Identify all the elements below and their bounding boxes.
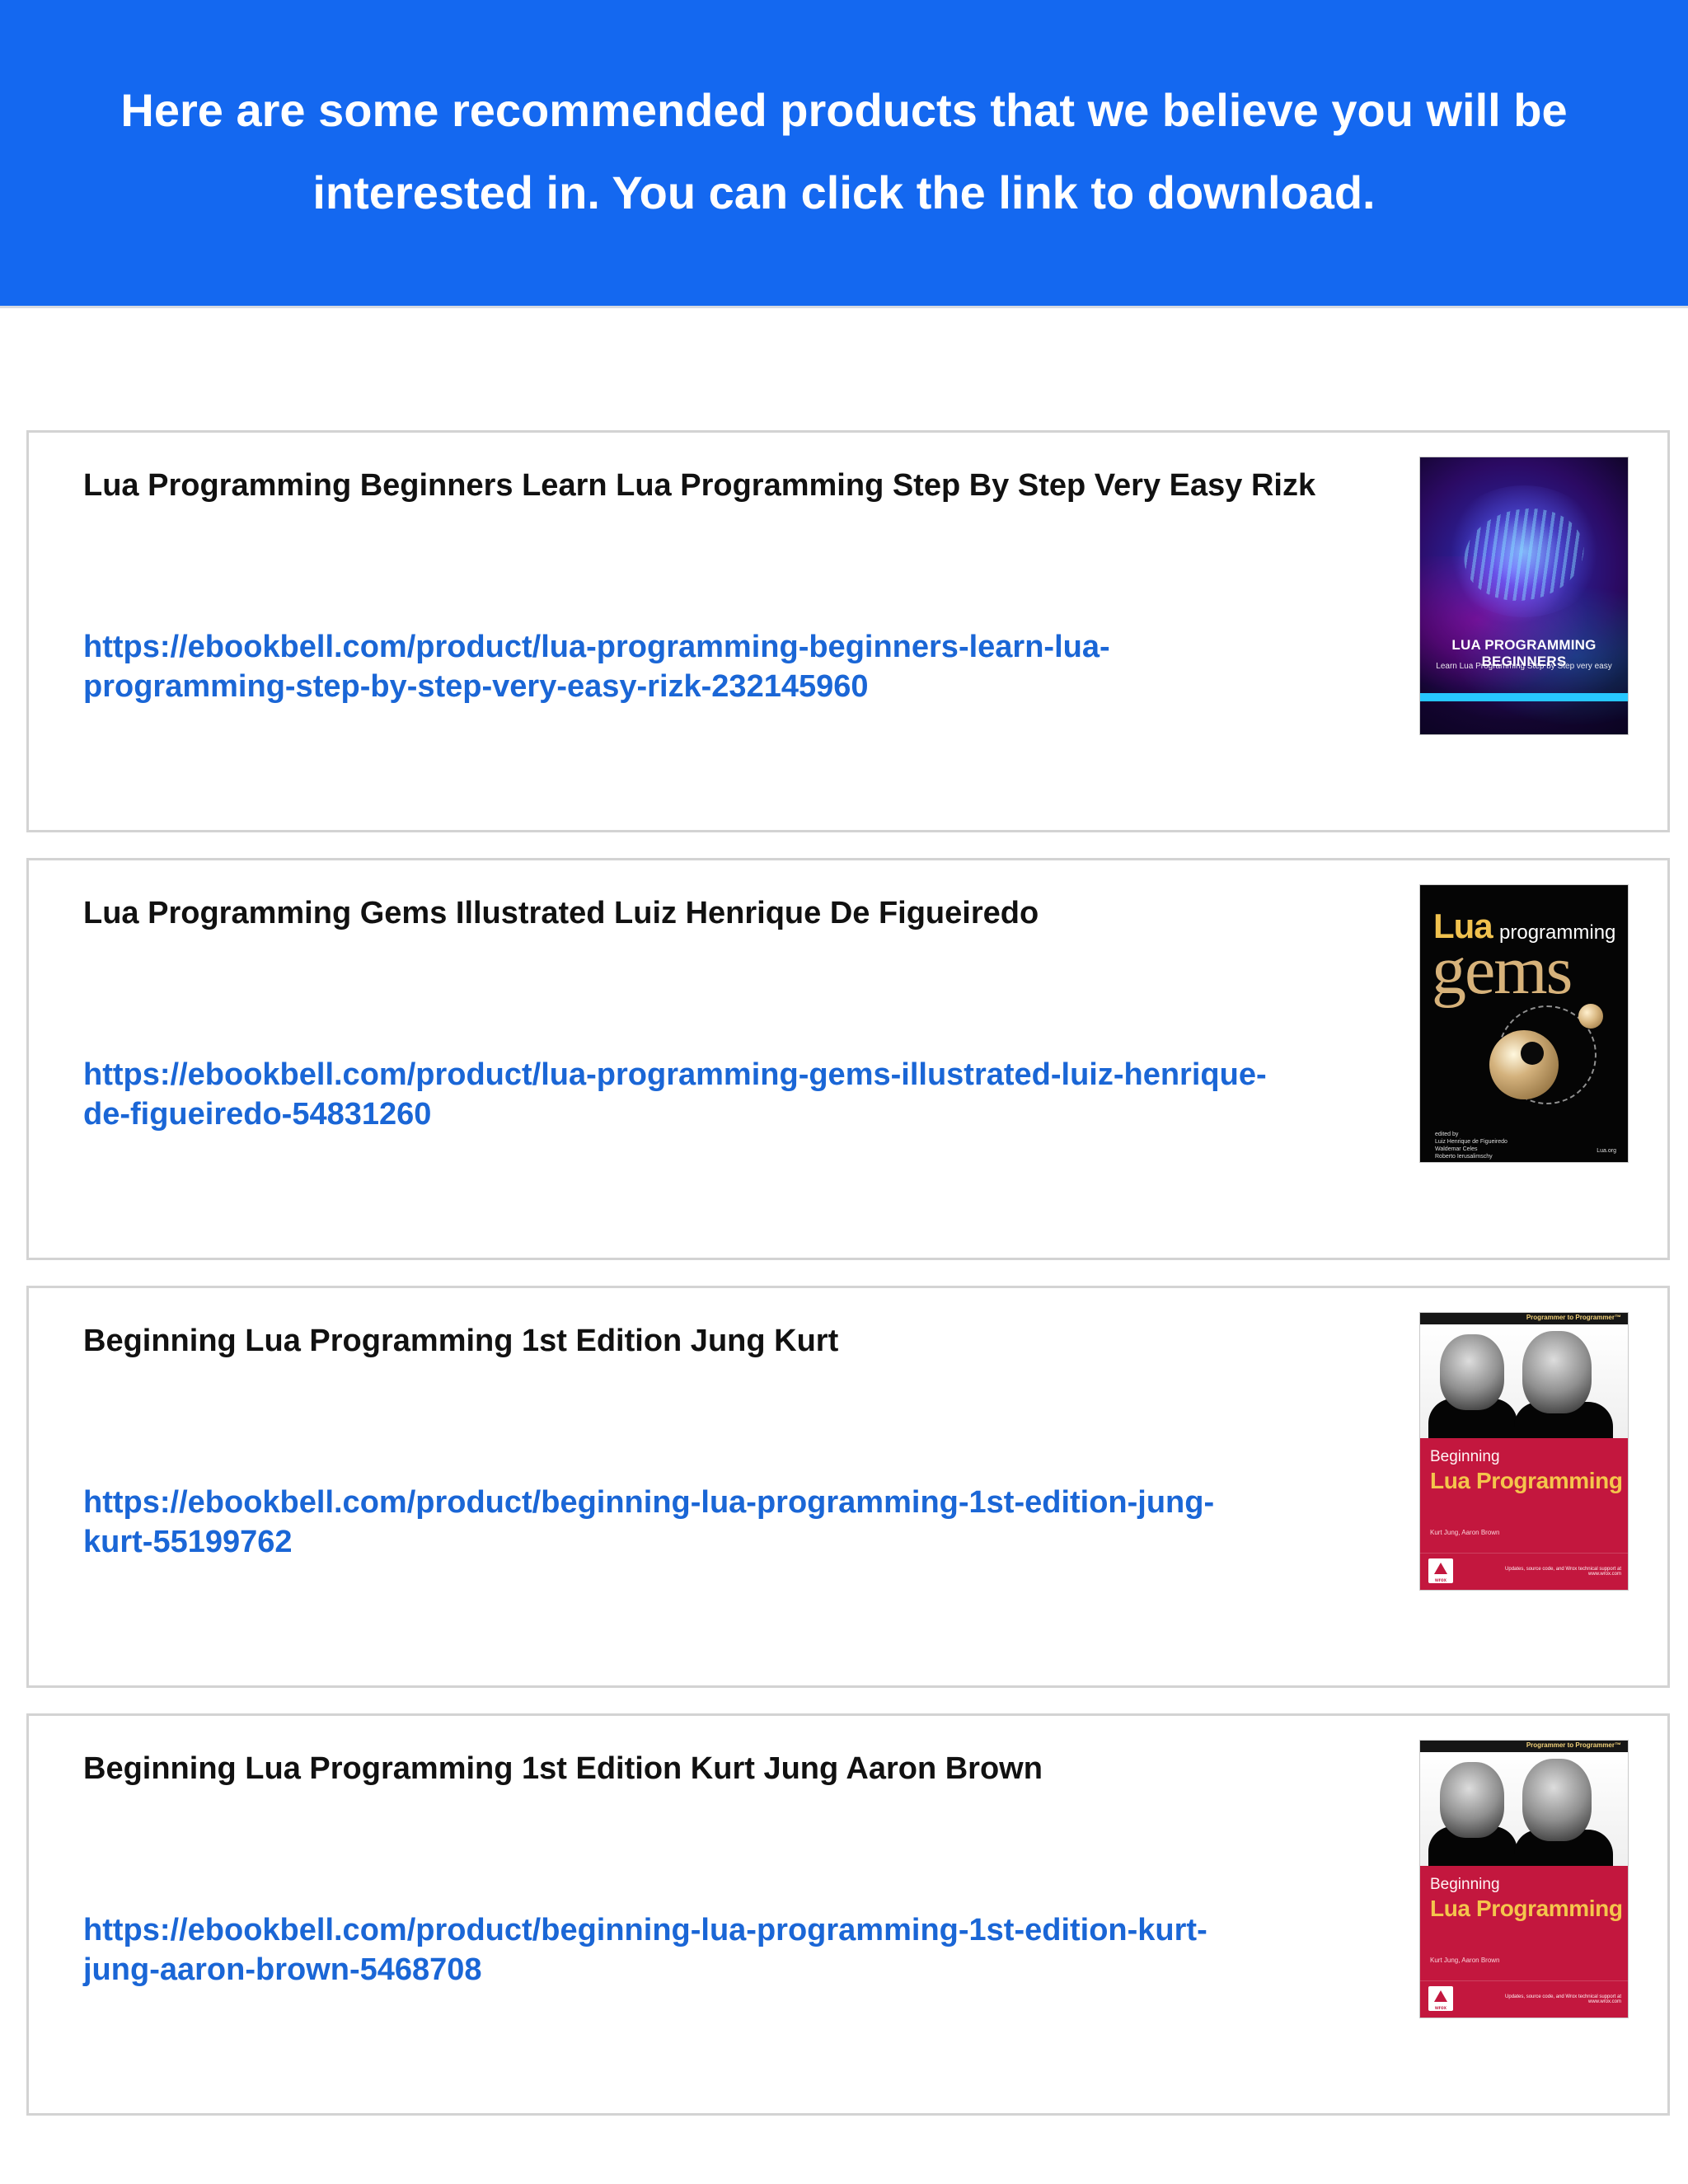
cover-subtitle: Learn Lua Programming Step by Step very … [1436,662,1612,671]
product-card-4: Beginning Lua Programming 1st Edition Ku… [26,1713,1670,2116]
cover-lua-programming-label: Lua Programming [1430,1468,1623,1493]
cover-footer-text: Updates, source code, and Wrox technical… [1505,1994,1621,2004]
cover-series-label: Programmer to Programmer™ [1526,1314,1621,1321]
cover-credits: edited by Luiz Henrique de Figueiredo Wa… [1435,1132,1507,1160]
book-cover-beginning-lua-programming[interactable]: Programmer to Programmer™ Beginning Lua … [1420,1741,1628,2018]
product-download-link[interactable]: https://ebookbell.com/product/lua-progra… [83,627,1270,706]
recommendation-banner: Here are some recommended products that … [0,0,1688,308]
product-title: Beginning Lua Programming 1st Edition Ju… [83,1324,839,1358]
product-title: Lua Programming Gems Illustrated Luiz He… [83,896,1039,930]
cover-lua-programming-label: Lua Programming [1430,1896,1623,1921]
cover-author-right-face [1522,1331,1592,1413]
product-title: Lua Programming Beginners Learn Lua Prog… [83,468,1316,503]
cover-orb-hole-icon [1521,1042,1544,1065]
cover-author-right-face [1522,1759,1592,1841]
banner-line-1: Here are some recommended products that … [120,83,1568,136]
cover-series-label: Programmer to Programmer™ [1526,1741,1621,1749]
book-cover-lua-programming-gems[interactable]: Lua programming gems edited by Luiz Henr… [1420,885,1628,1162]
cover-small-gold-orb-icon [1578,1004,1603,1029]
product-download-link[interactable]: https://ebookbell.com/product/beginning-… [83,1910,1270,1990]
cover-beginning-label: Beginning [1430,1876,1500,1893]
cover-author-left-face [1440,1762,1504,1838]
product-card-2: Lua Programming Gems Illustrated Luiz He… [26,858,1670,1260]
book-cover-beginning-lua-programming[interactable]: Programmer to Programmer™ Beginning Lua … [1420,1313,1628,1590]
cover-beginning-label: Beginning [1430,1448,1500,1465]
cover-authors: Kurt Jung, Aaron Brown [1430,1529,1500,1536]
product-download-link[interactable]: https://ebookbell.com/product/lua-progra… [83,1055,1270,1134]
product-card-3: Beginning Lua Programming 1st Edition Ju… [26,1286,1670,1688]
book-cover-lua-programming-beginners[interactable]: LUA PROGRAMMING BEGINNERS Learn Lua Prog… [1420,457,1628,734]
cover-publisher: Lua.org [1597,1148,1616,1154]
cover-gems-word: gems [1432,932,1573,1009]
cover-gold-orb-icon [1489,1030,1559,1099]
cover-accent-bar [1420,693,1628,701]
banner-line-2: interested in. You can click the link to… [312,166,1376,218]
product-card-1: Lua Programming Beginners Learn Lua Prog… [26,430,1670,832]
cover-publisher-label: wrox [1434,1578,1447,1583]
cover-authors: Kurt Jung, Aaron Brown [1430,1957,1500,1964]
cover-author-left-face [1440,1334,1504,1410]
cover-footer-text: Updates, source code, and Wrox technical… [1505,1567,1621,1577]
banner-message: Here are some recommended products that … [36,69,1652,234]
cover-publisher-label: wrox [1434,2006,1447,2011]
product-title: Beginning Lua Programming 1st Edition Ku… [83,1751,1043,1786]
product-download-link[interactable]: https://ebookbell.com/product/beginning-… [83,1483,1270,1562]
